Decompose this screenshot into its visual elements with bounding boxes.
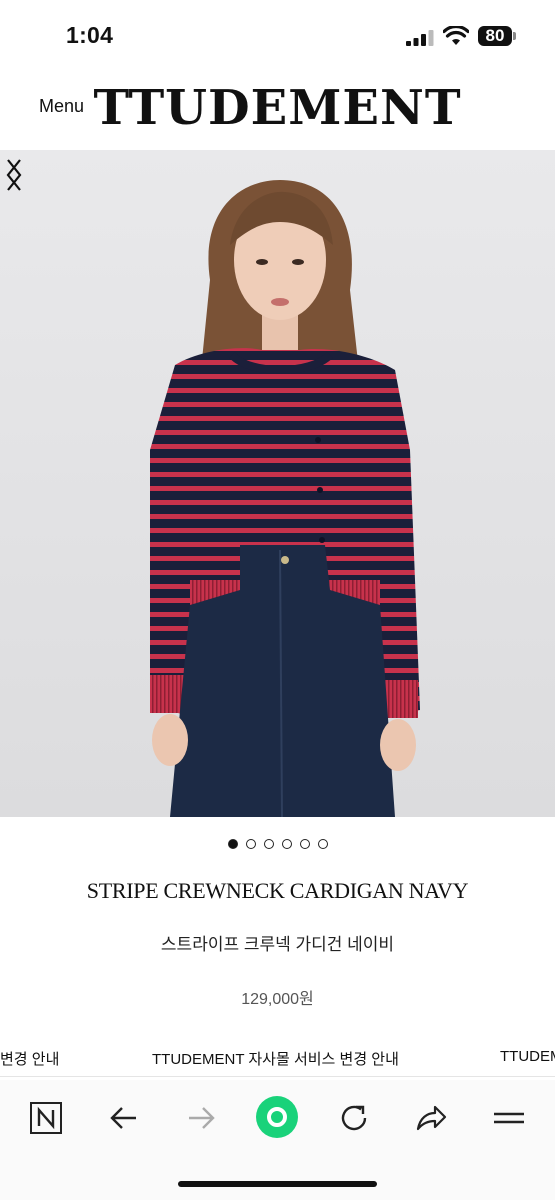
- notice-item[interactable]: 변경 안내: [0, 1048, 59, 1069]
- signal-icon: [406, 30, 434, 46]
- forward-arrow-icon[interactable]: [181, 1098, 221, 1138]
- battery-indicator: 80: [478, 26, 512, 46]
- back-arrow-icon[interactable]: [104, 1098, 144, 1138]
- carousel-next-icon[interactable]: [0, 150, 30, 200]
- naver-n-icon[interactable]: [26, 1098, 66, 1138]
- battery-tip: [513, 32, 516, 40]
- carousel-dot[interactable]: [263, 838, 274, 849]
- carousel-dot[interactable]: [245, 838, 256, 849]
- product-image-carousel[interactable]: [0, 150, 555, 817]
- carousel-dot[interactable]: [281, 838, 292, 849]
- carousel-dot[interactable]: [317, 838, 328, 849]
- menu-lines-icon[interactable]: [489, 1098, 529, 1138]
- site-header: Menu TTUDEMENT: [0, 70, 555, 150]
- notice-marquee[interactable]: 변경 안내 TTUDEMENT 자사몰 서비스 변경 안내 TTUDEMEN: [0, 1040, 555, 1077]
- notice-item[interactable]: TTUDEMEN: [500, 1048, 555, 1065]
- product-photo: [0, 150, 555, 817]
- carousel-dot[interactable]: [227, 838, 238, 849]
- green-home-icon[interactable]: [254, 1094, 300, 1140]
- product-price: 129,000원: [241, 991, 314, 1008]
- brand-logo[interactable]: TTUDEMENT: [0, 80, 555, 136]
- share-icon[interactable]: [411, 1098, 451, 1138]
- status-time: 1:04: [66, 22, 114, 48]
- status-bar: 1:04 80: [0, 0, 555, 70]
- product-name: STRIPE CREWNECK CARDIGAN NAVY: [86, 878, 469, 903]
- home-indicator: [178, 1181, 377, 1187]
- wifi-icon: [443, 26, 469, 45]
- carousel-pagination: [0, 835, 555, 853]
- refresh-icon[interactable]: [334, 1098, 374, 1138]
- product-name-korean: 스트라이프 크루넥 가디건 네이비: [160, 935, 395, 954]
- carousel-dot[interactable]: [299, 838, 310, 849]
- notice-item[interactable]: TTUDEMENT 자사몰 서비스 변경 안내: [152, 1048, 399, 1069]
